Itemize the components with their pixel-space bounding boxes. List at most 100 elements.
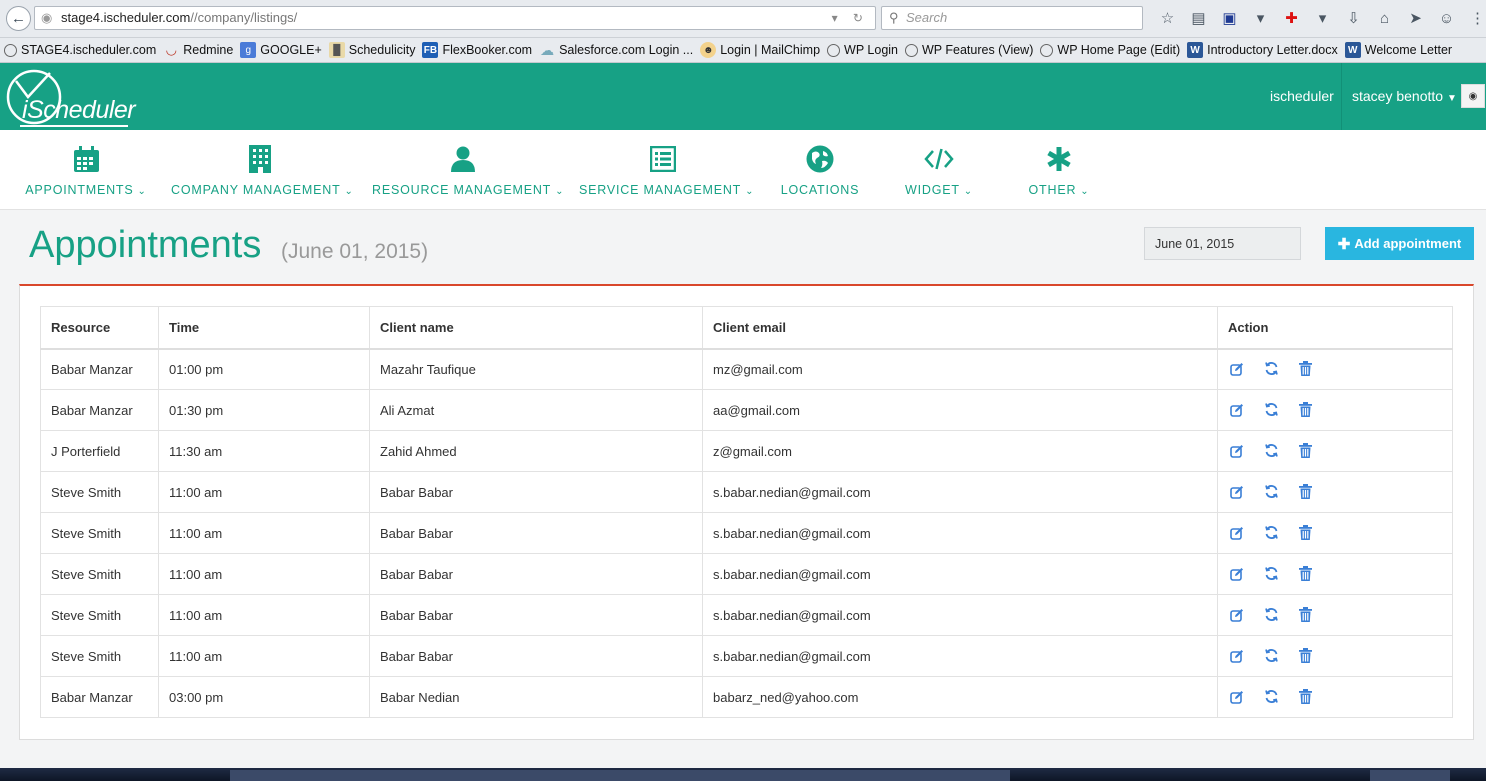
bookmark-item[interactable]: W Welcome Letter bbox=[1344, 42, 1452, 58]
add-appointment-button[interactable]: ✚ Add appointment bbox=[1325, 227, 1474, 260]
delete-icon[interactable] bbox=[1296, 605, 1314, 623]
cell-resource: Babar Manzar bbox=[40, 348, 159, 390]
delete-icon[interactable] bbox=[1296, 441, 1314, 459]
bookmark-star-icon[interactable]: ☆ bbox=[1152, 6, 1183, 30]
delete-icon[interactable] bbox=[1296, 523, 1314, 541]
nav-service-management[interactable]: SERVICE MANAGEMENT ⌄ bbox=[579, 130, 753, 210]
bookmark-item[interactable]: █ Schedulicity bbox=[328, 42, 415, 58]
edit-icon[interactable] bbox=[1228, 688, 1246, 706]
column-header-client-name: Client name bbox=[369, 306, 703, 350]
menu-icon[interactable]: ⋮ bbox=[1462, 6, 1486, 30]
brand-logo[interactable]: iScheduler bbox=[4, 67, 136, 127]
table-row: Steve Smith 11:00 am Babar Babar s.babar.ne… bbox=[40, 471, 1453, 513]
reschedule-icon[interactable] bbox=[1262, 441, 1280, 459]
bookmark-item[interactable]: g GOOGLE+ bbox=[240, 42, 322, 58]
back-arrow-icon[interactable]: ← bbox=[6, 6, 31, 31]
avatar[interactable]: ◉ bbox=[1461, 84, 1485, 108]
send-icon[interactable]: ➤ bbox=[1400, 6, 1431, 30]
cell-resource: Steve Smith bbox=[40, 553, 159, 595]
cell-resource: Steve Smith bbox=[40, 635, 159, 677]
url-host: stage4.ischeduler.com bbox=[61, 10, 191, 25]
reschedule-icon[interactable] bbox=[1262, 400, 1280, 418]
smiley-icon[interactable]: ☺ bbox=[1431, 6, 1462, 30]
edit-icon[interactable] bbox=[1228, 606, 1246, 624]
nav-locations[interactable]: LOCATIONS bbox=[770, 130, 870, 210]
cell-actions bbox=[1217, 348, 1453, 390]
bookmark-item[interactable]: WP Home Page (Edit) bbox=[1040, 43, 1180, 57]
nav-company-management[interactable]: COMPANY MANAGEMENT ⌄ bbox=[171, 130, 353, 210]
cell-resource: Babar Manzar bbox=[40, 389, 159, 431]
cell-client-email: s.babar.nedian@gmail.com bbox=[702, 594, 1218, 636]
cell-resource: Steve Smith bbox=[40, 512, 159, 554]
word-icon: W bbox=[1187, 42, 1204, 58]
reschedule-icon[interactable] bbox=[1262, 605, 1280, 623]
edit-icon[interactable] bbox=[1228, 483, 1246, 501]
bookmark-item[interactable]: WP Login bbox=[827, 43, 898, 57]
bookmark-item[interactable]: ☻ Login | MailChimp bbox=[700, 42, 820, 58]
delete-icon[interactable] bbox=[1296, 687, 1314, 705]
nav-other[interactable]: OTHER ⌄ bbox=[1018, 130, 1100, 210]
download-icon[interactable]: ⇩ bbox=[1338, 6, 1369, 30]
mailchimp-icon: ☻ bbox=[700, 42, 717, 58]
edit-icon[interactable] bbox=[1228, 401, 1246, 419]
edit-icon[interactable] bbox=[1228, 360, 1246, 378]
delete-icon[interactable] bbox=[1296, 564, 1314, 582]
user-icon bbox=[448, 144, 478, 174]
reschedule-icon[interactable] bbox=[1262, 646, 1280, 664]
addon-icon[interactable]: ✚ bbox=[1276, 6, 1307, 30]
dropdown-icon[interactable]: ▾ bbox=[1307, 6, 1338, 30]
nav-label-locations: LOCATIONS bbox=[780, 183, 860, 197]
table-row: Steve Smith 11:00 am Babar Babar s.babar.ne… bbox=[40, 512, 1453, 554]
cell-time: 01:00 pm bbox=[158, 348, 370, 390]
home-icon[interactable]: ⌂ bbox=[1369, 6, 1400, 30]
delete-icon[interactable] bbox=[1296, 482, 1314, 500]
dropdown-icon[interactable]: ▾ bbox=[1245, 6, 1276, 30]
user-menu[interactable]: stacey benotto ▼ bbox=[1352, 63, 1457, 130]
delete-icon[interactable] bbox=[1296, 400, 1314, 418]
bookmark-item[interactable]: STAGE4.ischeduler.com bbox=[4, 43, 156, 57]
edit-icon[interactable] bbox=[1228, 524, 1246, 542]
reschedule-icon[interactable] bbox=[1262, 360, 1280, 378]
date-picker-input[interactable] bbox=[1144, 227, 1301, 260]
reschedule-icon[interactable] bbox=[1262, 564, 1280, 582]
bookmarks-bar: STAGE4.ischeduler.com ◡ Redmine g GOOGLE+ … bbox=[0, 38, 1486, 63]
company-link[interactable]: ischeduler bbox=[1270, 63, 1334, 130]
reading-list-icon[interactable]: ▤ bbox=[1183, 6, 1214, 30]
cell-client-email: s.babar.nedian@gmail.com bbox=[702, 471, 1218, 513]
bookmark-item[interactable]: WP Features (View) bbox=[905, 43, 1033, 57]
chevron-down-icon: ⌄ bbox=[555, 186, 565, 197]
edit-icon[interactable] bbox=[1228, 565, 1246, 583]
globe-icon: ◉ bbox=[41, 10, 53, 25]
cell-time: 03:00 pm bbox=[158, 676, 370, 718]
bookmark-item[interactable]: W Introductory Letter.docx bbox=[1187, 42, 1338, 58]
cell-time: 11:00 am bbox=[158, 471, 370, 513]
bookmark-item[interactable]: FB FlexBooker.com bbox=[422, 42, 532, 58]
asterisk-icon bbox=[1044, 144, 1074, 174]
browser-search-input[interactable]: ⚲ Search bbox=[881, 6, 1143, 30]
reschedule-icon[interactable] bbox=[1262, 482, 1280, 500]
edit-icon[interactable] bbox=[1228, 442, 1246, 460]
cell-client-name: Babar Babar bbox=[369, 553, 703, 595]
reload-icon[interactable]: ▾ ↻ bbox=[832, 7, 869, 29]
delete-icon[interactable] bbox=[1296, 360, 1314, 378]
nav-appointments[interactable]: APPOINTMENTS ⌄ bbox=[25, 130, 147, 210]
reschedule-icon[interactable] bbox=[1262, 523, 1280, 541]
bookmark-item[interactable]: ☁ Salesforce.com Login ... bbox=[539, 42, 693, 58]
save-icon[interactable]: ▣ bbox=[1214, 6, 1245, 30]
nav-widget[interactable]: WIDGET ⌄ bbox=[895, 130, 983, 210]
bookmark-item[interactable]: ◡ Redmine bbox=[163, 42, 234, 58]
delete-icon[interactable] bbox=[1296, 646, 1314, 664]
reschedule-icon[interactable] bbox=[1262, 687, 1280, 705]
header-divider bbox=[1341, 63, 1342, 130]
cell-client-email: z@gmail.com bbox=[702, 430, 1218, 472]
main-nav: APPOINTMENTS ⌄ COMPANY MANAGEMENT ⌄ RESOUR… bbox=[0, 130, 1486, 210]
user-name: stacey benotto bbox=[1352, 88, 1444, 104]
cell-actions bbox=[1217, 512, 1453, 554]
edit-icon[interactable] bbox=[1228, 647, 1246, 665]
nav-resource-management[interactable]: RESOURCE MANAGEMENT ⌄ bbox=[372, 130, 563, 210]
browser-toolbar-icons: ☆ ▤ ▣ ▾ ✚ ▾ ⇩ ⌂ ➤ ☺ ⋮ bbox=[1152, 6, 1486, 30]
address-bar[interactable]: ◉ stage4.ischeduler.com//company/listing… bbox=[34, 6, 876, 30]
table-row: Steve Smith 11:00 am Babar Babar s.babar.ne… bbox=[40, 594, 1453, 636]
flexbooker-icon: FB bbox=[422, 42, 439, 58]
nav-label-other: OTHER bbox=[1028, 183, 1077, 197]
